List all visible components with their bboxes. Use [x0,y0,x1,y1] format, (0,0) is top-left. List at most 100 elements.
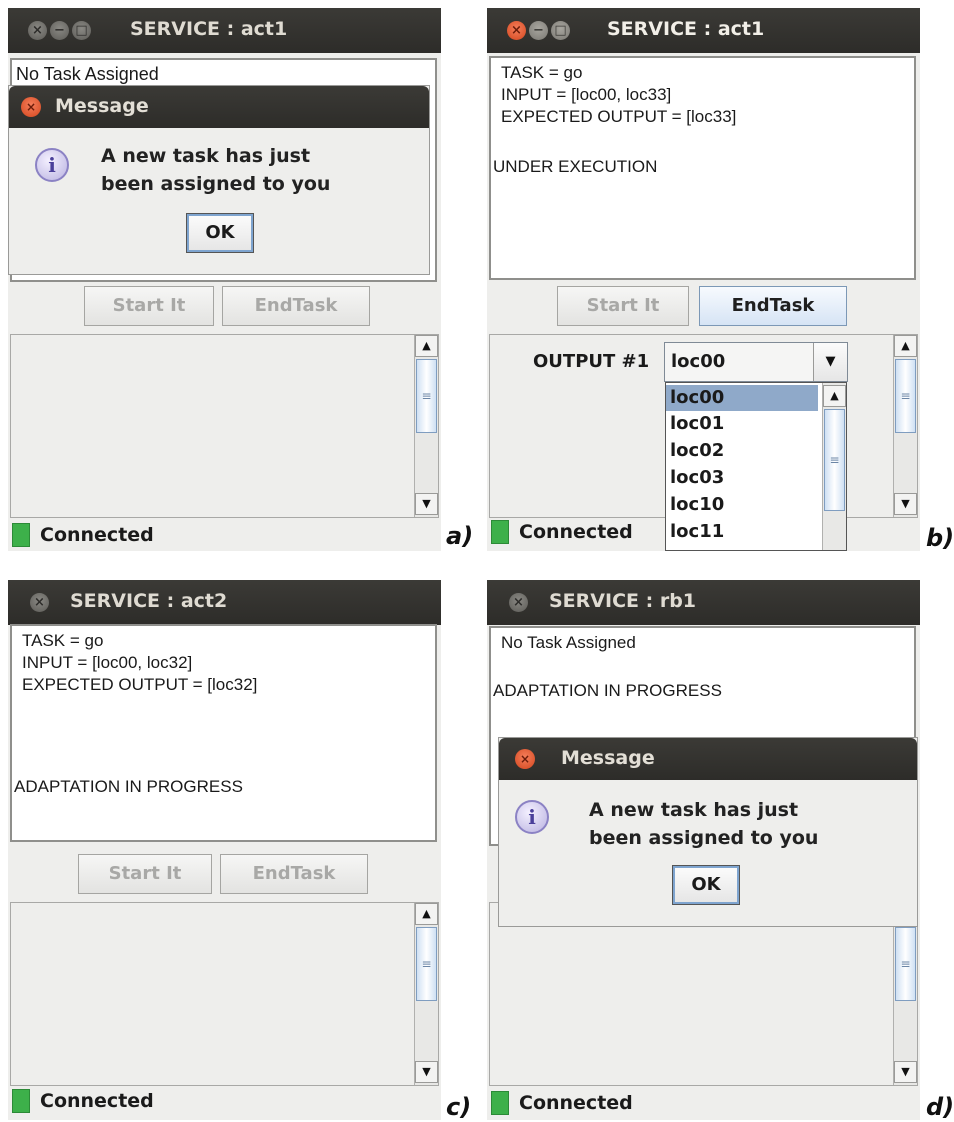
dropdown-option[interactable]: loc11 [670,519,724,545]
dropdown-scrollbar[interactable]: ▲ ≡ [822,383,846,550]
scroll-up-icon[interactable]: ▲ [894,335,917,357]
textarea-line: INPUT = [loc00, loc32] [22,653,193,672]
window-title: SERVICE : act1 [607,18,765,40]
window-d: × SERVICE : rb1 No Task Assigned ADAPTAT… [487,580,920,1120]
scroll-down-icon[interactable]: ▼ [894,493,917,515]
scroll-thumb[interactable]: ≡ [416,359,437,433]
status-bar: Connected [491,1088,633,1118]
status-bar: Connected [12,1086,154,1116]
panel-label-a: a) [446,522,474,550]
window-a: × − □ SERVICE : act1 No Task Assigned St… [8,8,441,551]
start-it-button[interactable]: Start It [557,286,689,326]
selected-value: loc00 [671,351,726,372]
close-icon[interactable]: × [28,21,47,40]
end-task-button[interactable]: EndTask [222,286,370,326]
connection-led-icon [491,1091,509,1115]
vertical-scrollbar[interactable]: ▲ ≡ ▼ [893,335,917,517]
minimize-icon[interactable]: − [529,21,548,40]
window-title: SERVICE : act1 [130,18,288,40]
dialog-title: Message [55,95,149,117]
start-it-button[interactable]: Start It [84,286,214,326]
close-icon[interactable]: × [30,593,49,612]
end-task-button[interactable]: EndTask [220,854,368,894]
panel-label-d: d) [926,1093,954,1121]
message-dialog: × Message i A new task has just been ass… [498,737,918,927]
status-bar: Connected [12,520,154,550]
scroll-up-icon[interactable]: ▲ [415,903,438,925]
maximize-icon[interactable]: □ [551,21,570,40]
dialog-titlebar: × Message [9,86,429,128]
maximize-icon[interactable]: □ [72,21,91,40]
textarea-line: No Task Assigned [501,633,636,652]
status-bar: Connected [491,517,633,547]
textarea-line: TASK = go [22,631,104,650]
scroll-thumb[interactable]: ≡ [895,359,916,433]
dropdown-arrow-icon[interactable]: ▼ [813,343,847,381]
scroll-thumb[interactable]: ≡ [824,409,845,511]
close-icon[interactable]: × [509,593,528,612]
vertical-scrollbar[interactable]: ≡ ▼ [893,903,917,1085]
panel-label-c: c) [446,1093,472,1121]
titlebar: × SERVICE : rb1 [487,580,920,625]
close-icon[interactable]: × [507,21,526,40]
dialog-titlebar: × Message [499,738,917,780]
dropdown-option[interactable]: loc02 [670,438,724,464]
dialog-message-line1: A new task has just [589,799,799,821]
connection-led-icon [12,523,30,547]
connection-led-icon [491,520,509,544]
textarea-line: EXPECTED OUTPUT = [loc33] [501,107,737,126]
dialog-message-line2: been assigned to you [101,173,331,195]
ok-button[interactable]: OK [672,865,740,905]
status-text: Connected [519,1092,633,1114]
dialog-title: Message [561,747,655,769]
task-textarea[interactable]: TASK = go INPUT = [loc00, loc32] EXPECTE… [10,624,437,842]
status-text: Connected [519,521,633,543]
scroll-down-icon[interactable]: ▼ [894,1061,917,1083]
output-panel: ≡ ▼ [489,902,918,1086]
scroll-down-icon[interactable]: ▼ [415,493,438,515]
textarea-line: ADAPTATION IN PROGRESS [493,681,722,700]
task-textarea[interactable]: TASK = go INPUT = [loc00, loc33] EXPECTE… [489,56,916,280]
titlebar: × − □ SERVICE : act1 [487,8,920,53]
dialog-close-icon[interactable]: × [515,749,535,769]
titlebar: × SERVICE : act2 [8,580,441,625]
panel-label-b: b) [926,524,954,552]
info-icon: i [515,800,549,834]
dialog-message-line1: A new task has just [101,145,311,167]
output-panel: ▲ ≡ ▼ [10,902,439,1086]
textarea-line: UNDER EXECUTION [493,157,658,176]
status-text: Connected [40,1090,154,1112]
output-select[interactable]: loc00 ▼ [664,342,848,382]
dropdown-option[interactable]: loc00 [666,385,818,411]
scroll-up-icon[interactable]: ▲ [415,335,438,357]
textarea-line: ADAPTATION IN PROGRESS [14,777,243,796]
scroll-up-icon[interactable]: ▲ [823,385,846,407]
scroll-thumb[interactable]: ≡ [895,927,916,1001]
scroll-down-icon[interactable]: ▼ [415,1061,438,1083]
dialog-close-icon[interactable]: × [21,97,41,117]
window-b: × − □ SERVICE : act1 TASK = go INPUT = [… [487,8,920,551]
titlebar: × − □ SERVICE : act1 [8,8,441,53]
window-title: SERVICE : act2 [70,590,228,612]
info-icon: i [35,148,69,182]
output-label: OUTPUT #1 [533,351,650,372]
dropdown-list[interactable]: loc00 loc01 loc02 loc03 loc10 loc11 ▲ ≡ [665,382,847,551]
textarea-line: EXPECTED OUTPUT = [loc32] [22,675,258,694]
message-dialog: × Message i A new task has just been ass… [8,85,430,275]
vertical-scrollbar[interactable]: ▲ ≡ ▼ [414,903,438,1085]
minimize-icon[interactable]: − [50,21,69,40]
dropdown-option[interactable]: loc01 [670,411,724,437]
window-title: SERVICE : rb1 [549,590,697,612]
connection-led-icon [12,1089,30,1113]
end-task-button[interactable]: EndTask [699,286,847,326]
dialog-message-line2: been assigned to you [589,827,819,849]
ok-button[interactable]: OK [186,213,254,253]
vertical-scrollbar[interactable]: ▲ ≡ ▼ [414,335,438,517]
textarea-line: INPUT = [loc00, loc33] [501,85,672,104]
dropdown-option[interactable]: loc10 [670,492,724,518]
output-panel: ▲ ≡ ▼ [10,334,439,518]
textarea-line: No Task Assigned [16,64,159,84]
scroll-thumb[interactable]: ≡ [416,927,437,1001]
dropdown-option[interactable]: loc03 [670,465,724,491]
start-it-button[interactable]: Start It [78,854,212,894]
